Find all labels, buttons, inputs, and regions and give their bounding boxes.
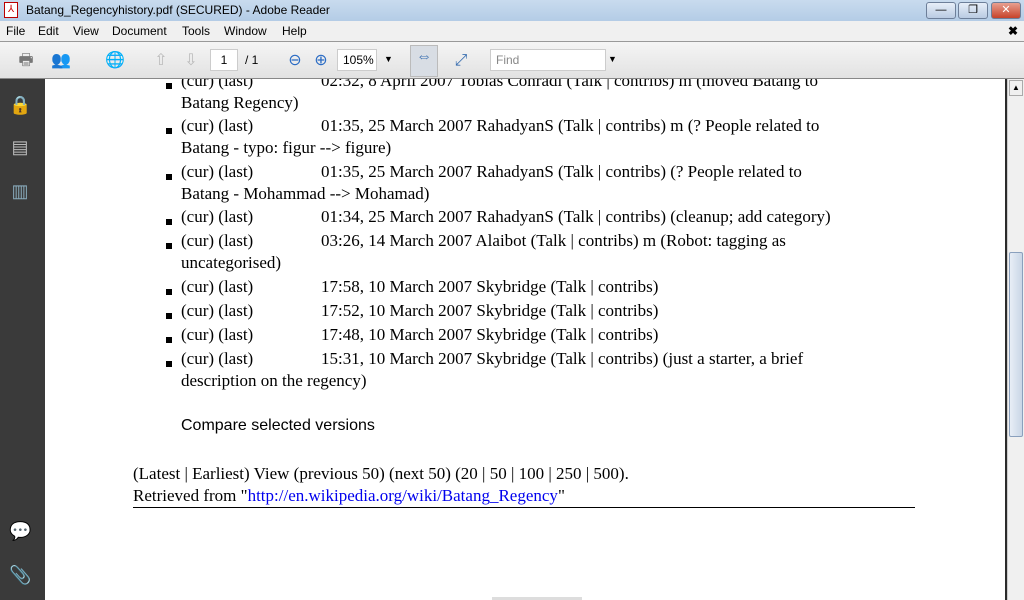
next-page-icon[interactable]: ⇩ [180, 50, 202, 72]
close-document-icon[interactable]: ✖ [1008, 24, 1018, 38]
find-input[interactable]: Find [490, 49, 606, 71]
paperclip-icon[interactable]: 📎 [9, 565, 31, 587]
revision-details-continued: Batang - typo: figur --> figure) [181, 138, 392, 157]
zoom-dropdown-icon[interactable]: ▼ [384, 54, 393, 64]
menu-tools[interactable]: Tools [182, 24, 210, 38]
bullet-icon [166, 83, 172, 89]
fit-page-icon[interactable]: ⤢ [450, 50, 472, 72]
revision-links[interactable]: (cur) (last) [181, 162, 253, 182]
revision-details-continued: uncategorised) [181, 253, 282, 272]
revision-links[interactable]: (cur) (last) [181, 301, 253, 321]
title-bar: ⅄ Batang_Regencyhistory.pdf (SECURED) - … [0, 0, 1024, 21]
previous-page-icon[interactable]: ⇧ [150, 50, 172, 72]
pages-icon[interactable]: ▤ [9, 137, 31, 159]
find-dropdown-icon[interactable]: ▼ [608, 54, 617, 64]
history-navigation[interactable]: (Latest | Earliest) View (previous 50) (… [133, 464, 629, 484]
bullet-icon [166, 243, 172, 249]
revision-links[interactable]: (cur) (last) [181, 79, 253, 91]
scrollbar-thumb[interactable] [1009, 252, 1023, 437]
footer-rule [133, 507, 915, 508]
revision-links[interactable]: (cur) (last) [181, 116, 253, 136]
revision-details: 03:26, 14 March 2007 Alaibot (Talk | con… [321, 231, 786, 250]
minimize-button[interactable]: — [926, 2, 956, 19]
revision-links[interactable]: (cur) (last) [181, 277, 253, 297]
window-title: Batang_Regencyhistory.pdf (SECURED) - Ad… [26, 3, 330, 17]
revision-links[interactable]: (cur) (last) [181, 325, 253, 345]
bullet-icon [166, 289, 172, 295]
bullet-icon [166, 128, 172, 134]
revision-details-continued: Batang Regency) [181, 93, 299, 112]
revision-details-continued: description on the regency) [181, 371, 367, 390]
page-total: / 1 [245, 53, 259, 67]
retrieved-prefix: Retrieved from " [133, 486, 248, 505]
document-page: (cur) (last) 02:32, 8 April 2007 Tobias C… [45, 79, 1005, 600]
restore-button[interactable]: ❐ [958, 2, 988, 19]
pdf-icon: ⅄ [4, 2, 18, 18]
navigation-panel: 🔒 ▤ ▥ 💬 📎 [0, 79, 45, 600]
revision-details: 01:35, 25 March 2007 RahadyanS (Talk | c… [321, 162, 802, 181]
menu-file[interactable]: File [6, 24, 25, 38]
revision-details-continued: Batang - Mohammad --> Mohamad) [181, 184, 430, 203]
retrieved-from: Retrieved from "http://en.wikipedia.org/… [133, 486, 565, 506]
bullet-icon [166, 219, 172, 225]
vertical-scrollbar[interactable]: ▲ [1007, 79, 1024, 600]
comments-icon[interactable]: 💬 [9, 521, 31, 543]
bullet-icon [166, 313, 172, 319]
zoom-out-icon[interactable]: ⊖ [284, 50, 306, 72]
bullet-icon [166, 361, 172, 367]
revision-details: 17:48, 10 March 2007 Skybridge (Talk | c… [321, 325, 659, 344]
revision-links[interactable]: (cur) (last) [181, 207, 253, 227]
revision-links[interactable]: (cur) (last) [181, 349, 253, 369]
attachments-panel-icon[interactable]: ▥ [9, 181, 31, 203]
revision-details: 15:31, 10 March 2007 Skybridge (Talk | c… [321, 349, 804, 368]
retrieved-suffix: " [557, 486, 565, 505]
lock-icon[interactable]: 🔒 [9, 95, 31, 117]
bullet-icon [166, 337, 172, 343]
zoom-input[interactable]: 105% [337, 49, 377, 71]
scroll-up-button[interactable]: ▲ [1009, 80, 1023, 96]
fit-width-icon[interactable]: ⇔ [410, 45, 438, 77]
toolbar: 🖶 👥 🌐 ⇧ ⇩ 1 / 1 ⊖ ⊕ 105% ▼ ⇔ ⤢ Find ▼ [0, 42, 1024, 79]
revision-details: 01:35, 25 March 2007 RahadyanS (Talk | c… [321, 116, 820, 135]
revision-details: 02:32, 8 April 2007 Tobias Conradi (Talk… [321, 79, 818, 90]
revision-details: 17:52, 10 March 2007 Skybridge (Talk | c… [321, 301, 659, 320]
menu-help[interactable]: Help [282, 24, 307, 38]
print-icon[interactable]: 🖶 [15, 50, 37, 72]
menu-edit[interactable]: Edit [38, 24, 59, 38]
menu-window[interactable]: Window [224, 24, 267, 38]
page-number-input[interactable]: 1 [210, 49, 238, 71]
menu-bar: File Edit View Document Tools Window Hel… [0, 21, 1024, 42]
collaborate-icon[interactable]: 👥 [50, 50, 72, 72]
compare-versions-button[interactable]: Compare selected versions [181, 417, 375, 435]
revision-links[interactable]: (cur) (last) [181, 231, 253, 251]
retrieved-link[interactable]: http://en.wikipedia.org/wiki/Batang_Rege… [248, 486, 558, 505]
close-button[interactable]: ✕ [991, 2, 1021, 19]
revision-details: 01:34, 25 March 2007 RahadyanS (Talk | c… [321, 207, 831, 226]
bullet-icon [166, 174, 172, 180]
web-icon[interactable]: 🌐 [104, 50, 126, 72]
menu-view[interactable]: View [73, 24, 99, 38]
revision-details: 17:58, 10 March 2007 Skybridge (Talk | c… [321, 277, 659, 296]
menu-document[interactable]: Document [112, 24, 167, 38]
zoom-in-icon[interactable]: ⊕ [310, 50, 332, 72]
